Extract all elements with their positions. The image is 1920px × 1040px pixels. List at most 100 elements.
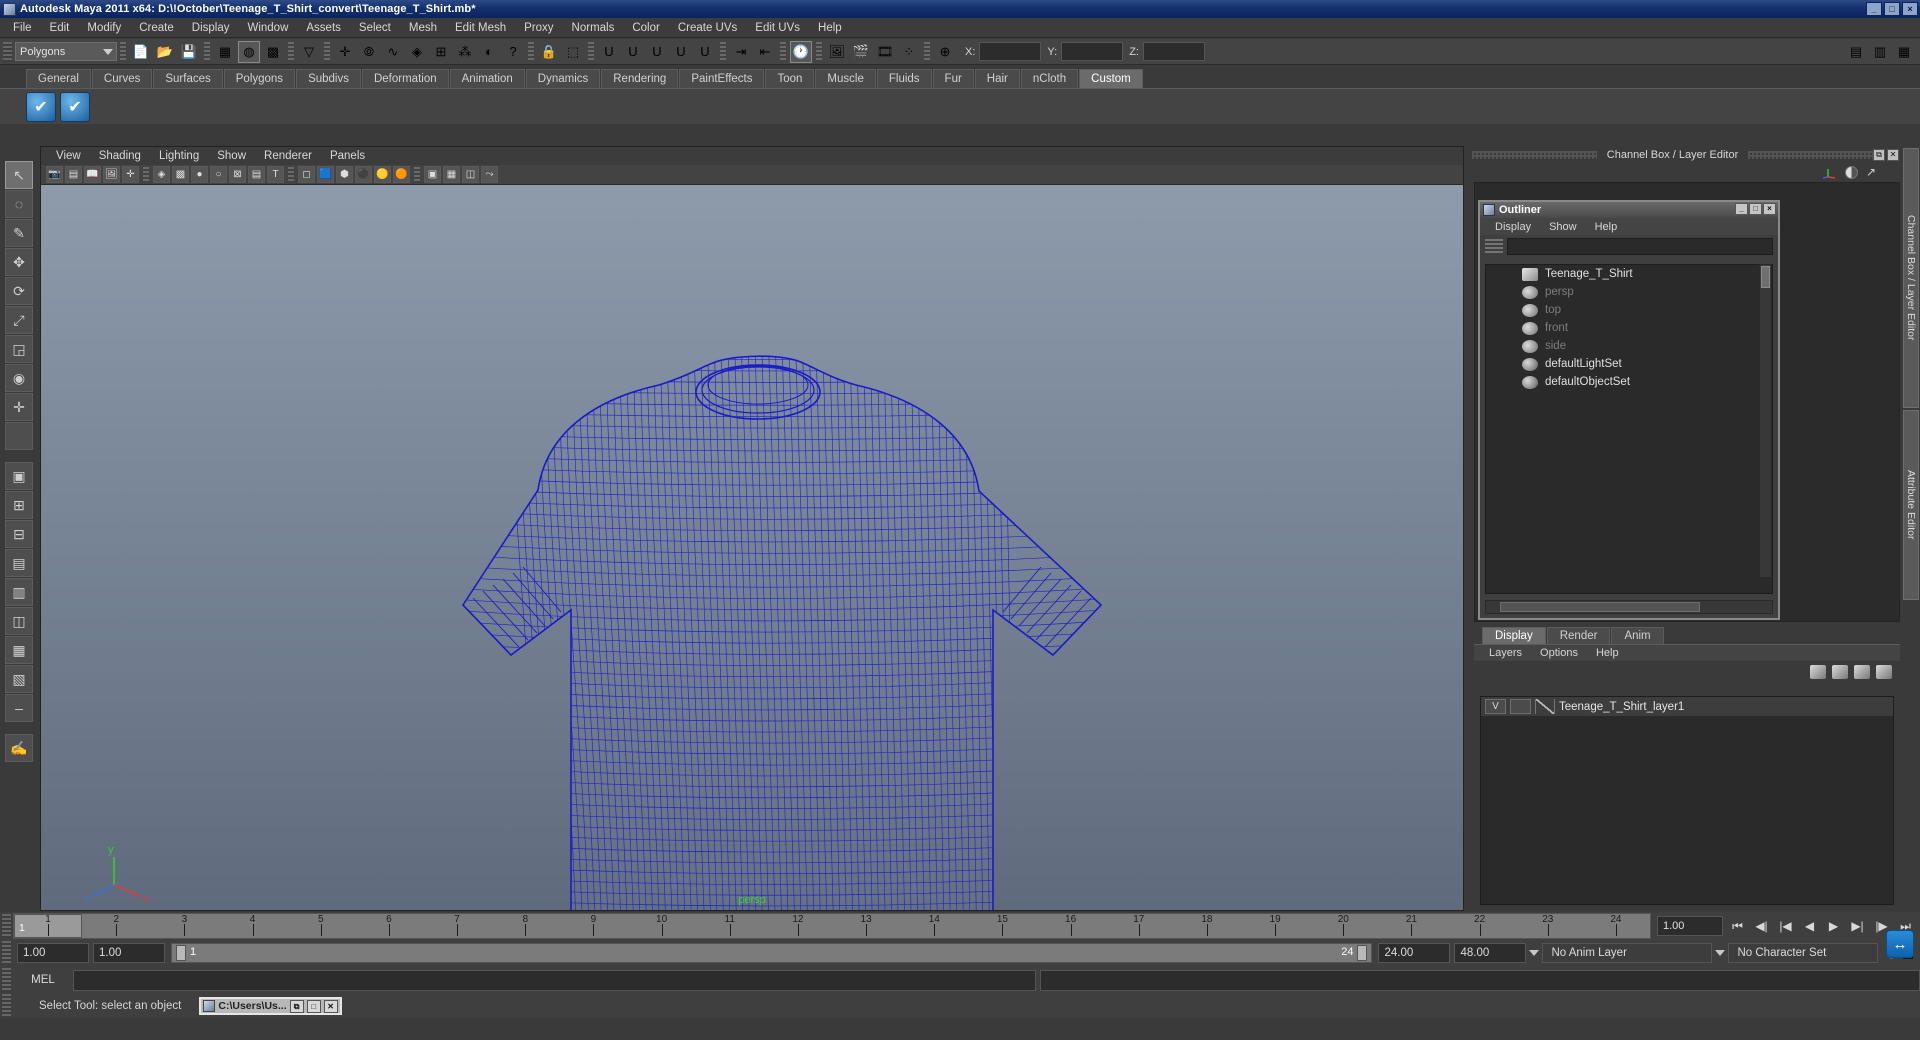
range-right-handle[interactable] [1357, 945, 1368, 961]
hardware-texturing-icon[interactable]: ▤ [248, 166, 265, 183]
layout-two-stacked[interactable]: ▦ [5, 636, 33, 664]
outliner-item[interactable]: Teenage_T_Shirt [1486, 265, 1772, 283]
layer-tab-anim[interactable]: Anim [1611, 627, 1664, 644]
highlight-selection-icon[interactable]: ⬚ [562, 41, 584, 63]
viewport-menu-view[interactable]: View [47, 149, 90, 163]
grid-toggle-icon[interactable]: ▦ [443, 166, 460, 183]
layer-menu-help[interactable]: Help [1587, 647, 1628, 659]
smooth-shade-selected-icon[interactable]: ● [191, 166, 208, 183]
mask-dynamics-icon[interactable]: ⁂ [454, 41, 476, 63]
taskbar-window-button[interactable]: C:\Users\Us... ⧉ □ ✕ [199, 997, 342, 1015]
menu-item-mesh[interactable]: Mesh [400, 20, 446, 36]
menu-item-edit-uvs[interactable]: Edit UVs [746, 20, 809, 36]
outliner-horizontal-scrollbar[interactable] [1485, 600, 1773, 614]
outliner-vertical-scrollbar[interactable] [1759, 264, 1772, 578]
move-tool[interactable]: ✥ [5, 248, 33, 276]
render-settings-icon[interactable]: 🎞 [874, 41, 896, 63]
show-attribute-editor-icon[interactable]: ▥ [1869, 41, 1891, 63]
snap-to-grid-icon[interactable]: U [598, 41, 620, 63]
half-circle-icon[interactable] [1844, 165, 1858, 179]
menu-item-select[interactable]: Select [350, 20, 400, 36]
shelf-tab-hair[interactable]: Hair [974, 69, 1020, 88]
shelf-tab-fluids[interactable]: Fluids [876, 69, 932, 88]
menu-item-modify[interactable]: Modify [78, 20, 130, 36]
taskbar-close-button[interactable]: ✕ [323, 999, 338, 1013]
hypershade-icon[interactable]: ⁘ [898, 41, 920, 63]
y-field[interactable] [1061, 42, 1124, 61]
select-by-component-type-icon[interactable]: ▩ [262, 41, 284, 63]
shelf-tab-deformation[interactable]: Deformation [361, 69, 449, 88]
layout-single-perspective[interactable]: ▣ [5, 462, 33, 490]
command-line-gripper[interactable] [2, 968, 11, 992]
bookmarks-icon[interactable]: 📖 [84, 166, 101, 183]
move-layer-up-icon[interactable] [1810, 665, 1826, 679]
z-field[interactable] [1142, 42, 1205, 61]
shelf-tab-subdivs[interactable]: Subdivs [296, 69, 361, 88]
arrow-up-right-icon[interactable]: ↗ [1866, 165, 1876, 179]
shelf-check-icon-1[interactable]: ✔ [26, 91, 56, 122]
layer-menu-options[interactable]: Options [1531, 647, 1587, 659]
menu-item-file[interactable]: File [4, 20, 41, 36]
time-slider-ruler[interactable]: 1 1 2 3 4 5 6 7 8 9 10 11 12 13 14 15 16 17 18 19 20 21 22 23 2… [13, 913, 1651, 939]
ipr-render-icon[interactable]: 🎬 [850, 41, 872, 63]
scale-tool[interactable]: ⤢ [5, 306, 33, 334]
layout-persp-uv[interactable]: ◫ [5, 607, 33, 635]
layer-list[interactable]: V Teenage_T_Shirt_layer1 [1480, 696, 1894, 905]
xray-joints-icon[interactable]: 🟦 [317, 166, 334, 183]
viewport-menu-lighting[interactable]: Lighting [150, 149, 208, 163]
menu-item-display[interactable]: Display [183, 20, 239, 36]
layer-tab-render[interactable]: Render [1546, 627, 1611, 644]
construction-history-icon[interactable]: 🕐 [790, 40, 812, 63]
shelf-tab-muscle[interactable]: Muscle [815, 69, 876, 88]
menu-item-create[interactable]: Create [130, 20, 183, 36]
shelf-check-icon-2[interactable]: ✔ [60, 91, 90, 122]
snap-to-point-icon[interactable]: U [646, 41, 668, 63]
shelf-tab-animation[interactable]: Animation [449, 69, 525, 88]
component-mask-menu-icon[interactable]: ▽ [298, 41, 320, 63]
shade-options-icon[interactable]: ⊠ [229, 166, 246, 183]
taskbar-restore-button[interactable]: ⧉ [289, 999, 304, 1013]
go-to-start-button[interactable]: ⏮ [1729, 918, 1746, 934]
show-tool-settings-icon[interactable]: ▦ [1893, 41, 1915, 63]
mask-misc-icon[interactable]: ? [502, 41, 524, 63]
menu-item-edit-mesh[interactable]: Edit Mesh [446, 20, 515, 36]
layer-color-swatch[interactable] [1535, 699, 1555, 714]
shelf-tab-surfaces[interactable]: Surfaces [153, 69, 223, 88]
layout-outliner-persp[interactable]: ⊟ [5, 520, 33, 548]
lasso-tool[interactable]: ◌ [5, 190, 33, 218]
dock-close-icon[interactable]: ✕ [1887, 149, 1899, 161]
step-forward-frame-button[interactable]: ▶| [1849, 918, 1866, 934]
smooth-preview-icon[interactable]: ⬢ [336, 166, 353, 183]
menu-item-help[interactable]: Help [809, 20, 851, 36]
maximize-button[interactable]: □ [1884, 2, 1900, 16]
menu-item-normals[interactable]: Normals [563, 20, 624, 36]
mask-surfaces-icon[interactable]: ◈ [406, 41, 428, 63]
layer-visibility-toggle[interactable]: V [1485, 699, 1506, 714]
time-slider-gripper[interactable] [2, 914, 11, 938]
create-layer-from-selected-icon[interactable] [1876, 665, 1892, 679]
select-camera-icon[interactable]: 📷 [46, 166, 63, 183]
absolute-relative-transform-icon[interactable]: ⊕ [934, 41, 956, 63]
select-by-object-type-icon[interactable]: ◍ [238, 40, 260, 63]
two-d-pan-zoom-icon[interactable]: ✛ [122, 166, 139, 183]
input-connections-icon[interactable]: ⇥ [730, 41, 752, 63]
paint-select-tool[interactable]: ✎ [5, 219, 33, 247]
viewport-menu-renderer[interactable]: Renderer [255, 149, 321, 163]
help-paint-icon[interactable]: ✍ [5, 734, 33, 762]
snap-to-view-planes-icon[interactable]: U [694, 41, 716, 63]
select-tool[interactable]: ↖ [5, 161, 33, 189]
flat-shade-icon[interactable]: ○ [210, 166, 227, 183]
render-current-frame-icon[interactable]: 🖼 [826, 41, 848, 63]
outliner-menu-display[interactable]: Display [1486, 221, 1540, 233]
last-tool-used[interactable] [5, 422, 33, 450]
xray-icon[interactable]: ◻ [298, 166, 315, 183]
range-left-handle[interactable] [176, 945, 186, 961]
show-sidebar-panel-icon[interactable]: ▤ [1845, 41, 1867, 63]
vertical-tab-channel-box[interactable]: Channel Box / Layer Editor [1903, 148, 1919, 408]
mask-curves-icon[interactable]: ∿ [382, 41, 404, 63]
rotate-tool[interactable]: ⟳ [5, 277, 33, 305]
outliner-vscroll-thumb[interactable] [1761, 266, 1770, 288]
shelf-tab-rendering[interactable]: Rendering [601, 69, 679, 88]
play-forwards-button[interactable]: ▶ [1825, 918, 1842, 934]
soft-modification-tool[interactable]: ◉ [5, 364, 33, 392]
